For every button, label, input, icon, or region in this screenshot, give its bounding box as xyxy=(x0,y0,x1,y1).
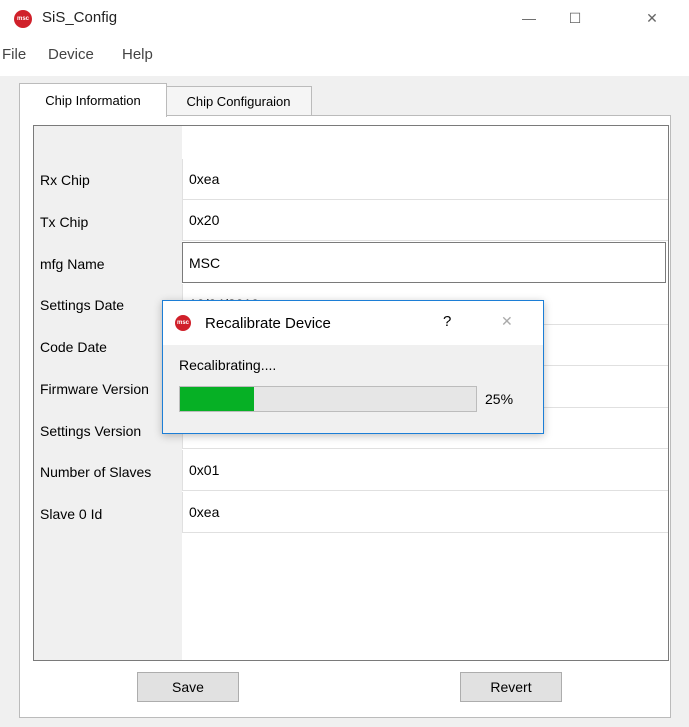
dialog-title: Recalibrate Device xyxy=(205,315,331,332)
dialog-status-text: Recalibrating.... xyxy=(179,357,277,373)
dialog-title-bar: msc Recalibrate Device ? ✕ xyxy=(163,301,543,345)
menu-bar: File Device Help xyxy=(0,36,689,76)
close-button[interactable]: ✕ xyxy=(629,0,675,36)
row-value-slave-0-id: 0xea xyxy=(182,492,668,533)
row-label-slave-0-id: Slave 0 Id xyxy=(40,506,103,522)
row-label-code-date: Code Date xyxy=(40,339,107,355)
dialog-app-icon: msc xyxy=(175,315,191,331)
row-label-settings-version: Settings Version xyxy=(40,423,142,439)
row-value-rx-chip: 0xea xyxy=(182,159,668,200)
progress-fill xyxy=(180,387,254,411)
window-title: SiS_Config xyxy=(42,9,118,26)
row-label-number-of-slaves: Number of Slaves xyxy=(40,464,152,480)
row-label-settings-date: Settings Date xyxy=(40,297,125,313)
app-logo-icon: msc xyxy=(14,10,32,28)
menu-file[interactable]: File xyxy=(2,46,26,63)
maximize-button[interactable]: ☐ xyxy=(552,0,598,36)
row-label-tx-chip: Tx Chip xyxy=(40,214,89,230)
tab-chip-information[interactable]: Chip Information xyxy=(19,83,167,117)
menu-help[interactable]: Help xyxy=(122,46,153,63)
title-bar: msc SiS_Config — ☐ ✕ xyxy=(0,0,689,36)
mfg-name-input[interactable]: MSC xyxy=(182,242,666,283)
row-label-rx-chip: Rx Chip xyxy=(40,172,90,188)
row-value-number-of-slaves: 0x01 xyxy=(182,450,668,491)
tab-chip-configuration[interactable]: Chip Configuraion xyxy=(165,86,312,116)
row-value-tx-chip: 0x20 xyxy=(182,200,668,241)
row-label-firmware-version: Firmware Version xyxy=(40,381,149,397)
menu-device[interactable]: Device xyxy=(48,46,94,63)
save-button[interactable]: Save xyxy=(137,672,239,702)
recalibrate-dialog: msc Recalibrate Device ? ✕ Recalibrating… xyxy=(162,300,544,434)
minimize-button[interactable]: — xyxy=(506,0,552,36)
help-button[interactable]: ? xyxy=(443,313,451,330)
progress-percent-text: 25% xyxy=(485,391,514,407)
revert-button[interactable]: Revert xyxy=(460,672,562,702)
row-label-mfg-name: mfg Name xyxy=(40,256,105,272)
dialog-close-button[interactable]: ✕ xyxy=(501,313,513,330)
progress-bar xyxy=(179,386,477,412)
